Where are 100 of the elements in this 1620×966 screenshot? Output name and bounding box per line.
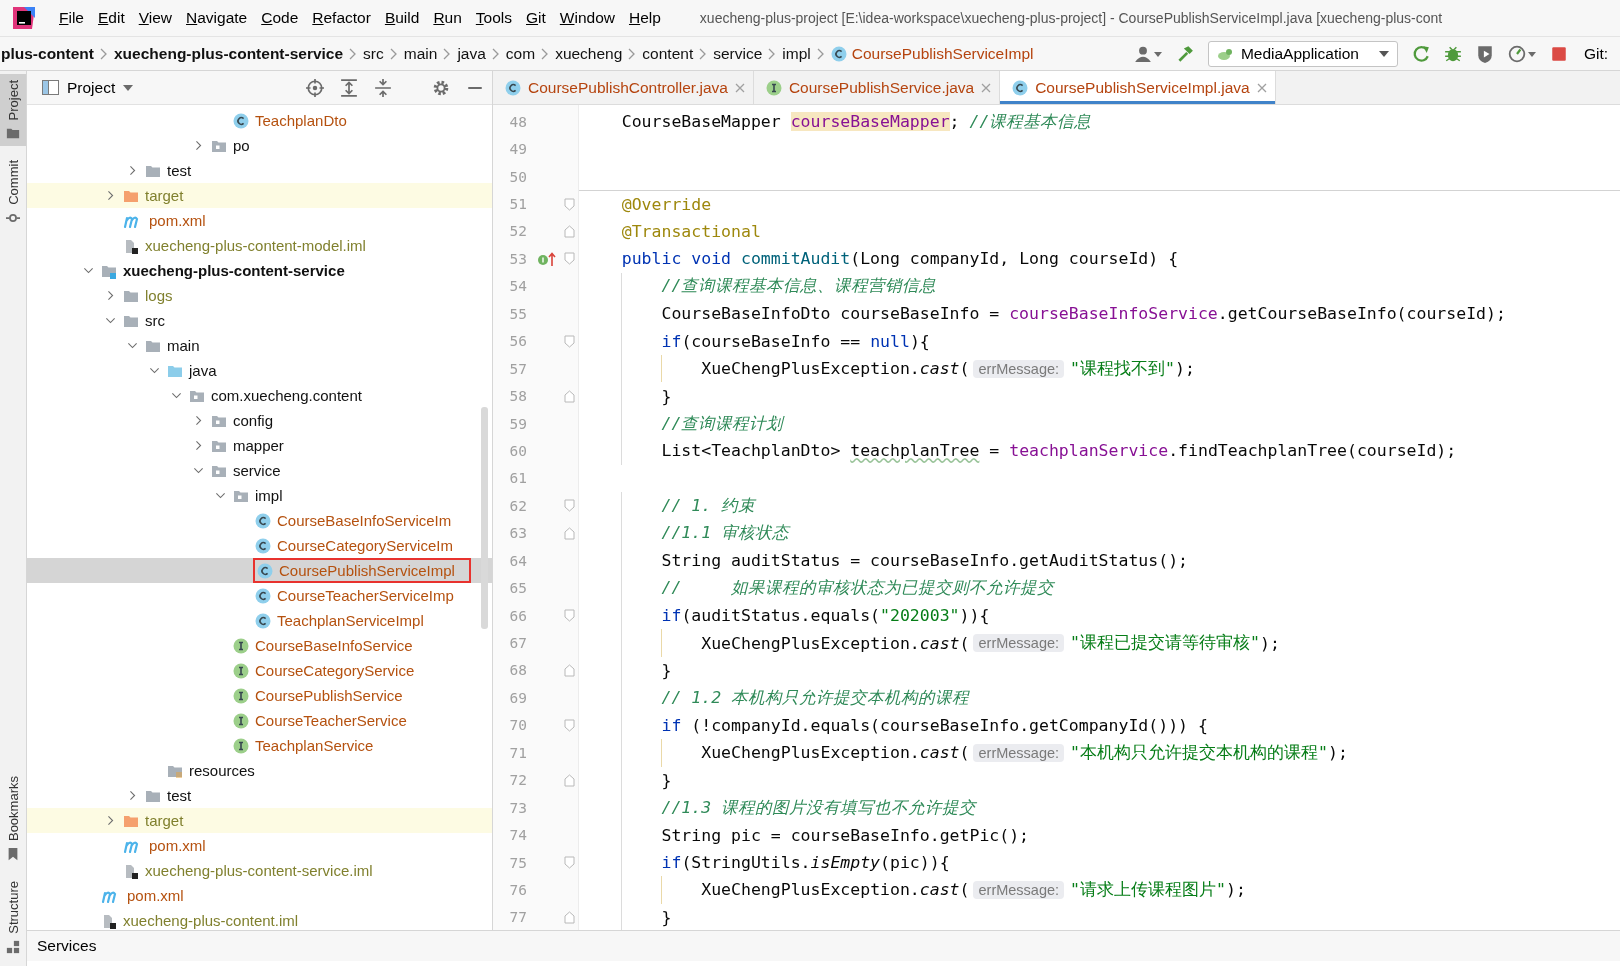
tree-item[interactable]: TeachplanService: [27, 733, 492, 758]
fold-marker-icon[interactable]: [564, 334, 575, 348]
tree-item[interactable]: logs: [27, 283, 492, 308]
chevron-down-icon[interactable]: [148, 365, 160, 376]
fold-marker-icon[interactable]: [564, 663, 575, 677]
services-tab[interactable]: Services: [35, 935, 99, 957]
tree-item[interactable]: CourseCategoryService: [27, 658, 492, 683]
tree-item[interactable]: TeachplanDto: [27, 108, 492, 133]
breadcrumb[interactable]: CoursePublishServiceImpl: [829, 42, 1035, 65]
tree-item[interactable]: CoursePublishServiceImpl: [27, 558, 492, 583]
breadcrumb[interactable]: content: [641, 42, 695, 65]
tree-item[interactable]: pom.xml: [27, 883, 492, 908]
project-view-dropdown[interactable]: Project: [65, 76, 136, 99]
editor-tab[interactable]: CoursePublishServiceImpl.java: [1000, 71, 1276, 104]
bug-icon[interactable]: [1443, 44, 1462, 63]
tree-item[interactable]: xuecheng-plus-content.iml: [27, 908, 492, 930]
profile-button[interactable]: [1507, 44, 1536, 63]
breadcrumb[interactable]: main: [402, 42, 439, 65]
tree-item[interactable]: java: [27, 358, 492, 383]
menu-item[interactable]: Edit: [91, 5, 132, 31]
circle-arrow-icon[interactable]: [536, 250, 557, 267]
tree-item[interactable]: CourseCategoryServiceIm: [27, 533, 492, 558]
menu-item[interactable]: Refactor: [305, 5, 378, 31]
breadcrumb[interactable]: service: [712, 42, 764, 65]
fold-marker-icon[interactable]: [564, 389, 575, 403]
fold-marker-icon[interactable]: [564, 197, 575, 211]
tree-item[interactable]: TeachplanServiceImpl: [27, 608, 492, 633]
crosshair-icon[interactable]: [306, 78, 324, 97]
breadcrumb[interactable]: xuecheng-plus-content-service: [113, 42, 345, 65]
close-icon[interactable]: [734, 82, 745, 93]
menu-item[interactable]: Help: [621, 5, 668, 31]
tool-window-tab[interactable]: Project: [0, 74, 26, 147]
user-menu-button[interactable]: [1133, 44, 1162, 63]
tree-item[interactable]: xuecheng-plus-content-service: [27, 258, 492, 283]
scrollbar[interactable]: [481, 407, 488, 629]
fold-marker-icon[interactable]: [564, 910, 575, 924]
editor-tab[interactable]: CoursePublishController.java: [493, 71, 754, 104]
tree-item[interactable]: test: [27, 158, 492, 183]
tree-item[interactable]: target: [27, 183, 492, 208]
menu-item[interactable]: Git: [519, 5, 553, 31]
tree-item[interactable]: src: [27, 308, 492, 333]
close-icon[interactable]: [981, 82, 992, 93]
tree-item[interactable]: com.xuecheng.content: [27, 383, 492, 408]
chevron-down-icon[interactable]: [126, 340, 138, 351]
menu-item[interactable]: File: [52, 5, 91, 31]
chevron-down-icon[interactable]: [214, 490, 226, 501]
stop-icon[interactable]: [1549, 44, 1568, 63]
tree-item[interactable]: xuecheng-plus-content-service.iml: [27, 858, 492, 883]
fold-marker-icon[interactable]: [564, 224, 575, 238]
breadcrumb[interactable]: src: [362, 42, 385, 65]
tree-item[interactable]: CourseTeacherServiceImp: [27, 583, 492, 608]
tool-window-tab[interactable]: Structure: [0, 875, 26, 960]
collapse-all-icon[interactable]: [374, 78, 392, 97]
tree-item[interactable]: mapper: [27, 433, 492, 458]
tree-item[interactable]: CoursePublishService: [27, 683, 492, 708]
breadcrumb[interactable]: java: [456, 42, 487, 65]
menu-item[interactable]: Code: [254, 5, 306, 31]
menu-item[interactable]: Build: [377, 5, 427, 31]
tree-item[interactable]: impl: [27, 483, 492, 508]
tree-item[interactable]: config: [27, 408, 492, 433]
menu-item[interactable]: Tools: [468, 5, 519, 31]
tree-item[interactable]: pom.xml: [27, 833, 492, 858]
tree-item[interactable]: resources: [27, 758, 492, 783]
settings-icon[interactable]: [432, 78, 450, 97]
breadcrumb[interactable]: impl: [781, 42, 812, 65]
fold-marker-icon[interactable]: [564, 609, 575, 623]
tree-item[interactable]: pom.xml: [27, 208, 492, 233]
breadcrumb[interactable]: com: [504, 42, 537, 65]
breadcrumb[interactable]: xuecheng: [554, 42, 624, 65]
tree-item[interactable]: test: [27, 783, 492, 808]
menu-item[interactable]: Window: [552, 5, 622, 31]
fold-marker-icon[interactable]: [564, 856, 575, 870]
close-icon[interactable]: [1256, 82, 1267, 93]
rerun-icon[interactable]: [1411, 44, 1430, 63]
breadcrumb[interactable]: plus-content: [0, 42, 95, 65]
tree-item[interactable]: CourseBaseInfoService: [27, 633, 492, 658]
tree-item[interactable]: service: [27, 458, 492, 483]
shield-run-icon[interactable]: [1475, 44, 1494, 63]
tree-item[interactable]: xuecheng-plus-content-model.iml: [27, 233, 492, 258]
fold-marker-icon[interactable]: [564, 526, 575, 540]
chevron-down-icon[interactable]: [192, 465, 204, 476]
fold-marker-icon[interactable]: [564, 773, 575, 787]
tree-item[interactable]: CourseBaseInfoServiceIm: [27, 508, 492, 533]
tool-window-tab[interactable]: Commit: [0, 154, 26, 232]
tree-item[interactable]: target: [27, 808, 492, 833]
menu-item[interactable]: View: [131, 5, 180, 31]
chevron-down-icon[interactable]: [170, 390, 182, 401]
chevron-down-icon[interactable]: [104, 315, 116, 326]
tree-item[interactable]: CourseTeacherService: [27, 708, 492, 733]
expand-all-icon[interactable]: [340, 78, 358, 97]
menu-item[interactable]: Navigate: [179, 5, 255, 31]
tree-item[interactable]: main: [27, 333, 492, 358]
fold-marker-icon[interactable]: [564, 252, 575, 266]
fold-marker-icon[interactable]: [564, 718, 575, 732]
tree-item[interactable]: po: [27, 133, 492, 158]
fold-marker-icon[interactable]: [564, 499, 575, 513]
chevron-down-icon[interactable]: [82, 265, 94, 276]
tool-window-tab[interactable]: Bookmarks: [0, 770, 26, 868]
menu-item[interactable]: Run: [426, 5, 469, 31]
run-configuration-dropdown[interactable]: MediaApplication: [1207, 40, 1398, 67]
